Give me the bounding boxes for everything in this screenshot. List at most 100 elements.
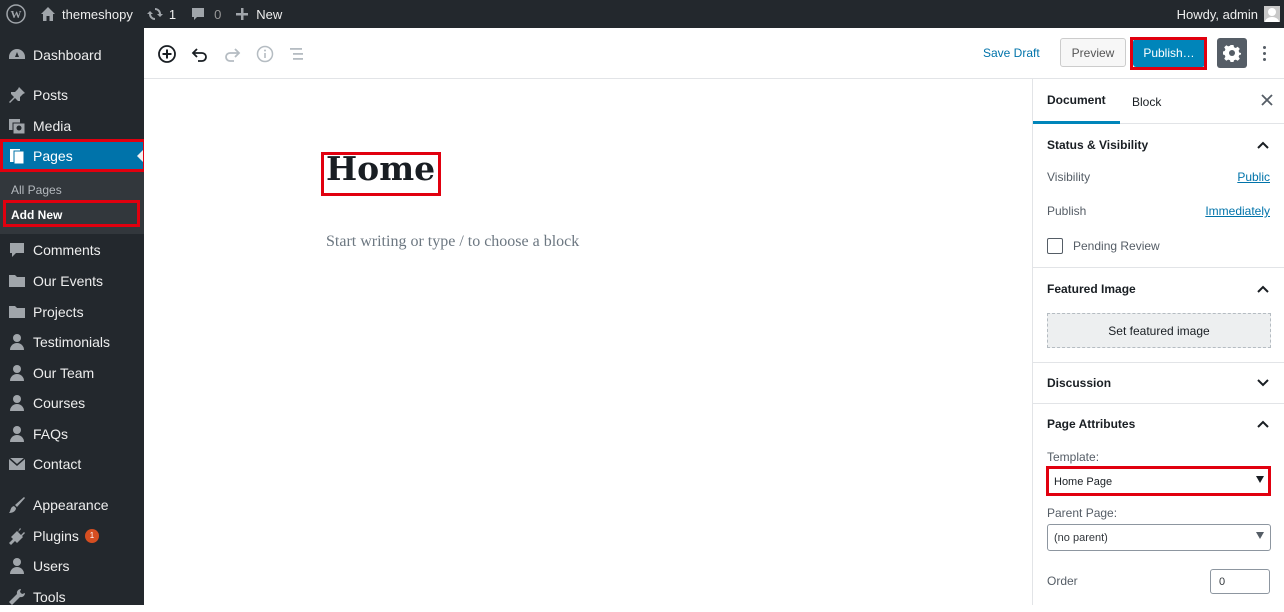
sidebar-item-dashboard[interactable]: Dashboard [0, 40, 144, 70]
add-block-icon[interactable] [155, 42, 179, 66]
user-icon [7, 393, 27, 413]
update-badge: 1 [84, 529, 99, 543]
sidebar-item-pages[interactable]: Pages [0, 141, 144, 171]
parent-page-label: Parent Page: [1047, 506, 1118, 520]
more-options-icon[interactable] [1254, 41, 1274, 65]
sidebar-item-comments[interactable]: Comments [0, 235, 144, 265]
my-account-link[interactable]: Howdy, admin [1170, 0, 1280, 28]
home-icon [41, 7, 55, 21]
chevron-up-icon[interactable] [1256, 138, 1270, 152]
site-name: themeshopy [62, 6, 133, 22]
sidebar-item-label: Users [33, 558, 70, 574]
publish-button[interactable]: Publish… [1133, 39, 1205, 67]
block-placeholder[interactable]: Start writing or type / to choose a bloc… [326, 233, 579, 251]
pages-icon [7, 146, 27, 166]
mail-icon [7, 454, 27, 474]
refresh-icon [146, 8, 163, 20]
sidebar-item-users[interactable]: Users [0, 551, 144, 581]
new-label: New [256, 6, 283, 22]
status-visibility-heading[interactable]: Status & Visibility [1047, 138, 1148, 152]
dropdown-arrow-icon [1256, 532, 1264, 539]
updates-link[interactable]: 1 [140, 0, 183, 28]
publish-label: Publish [1047, 204, 1087, 218]
post-title[interactable]: Home [326, 149, 435, 188]
sidebar-item-courses[interactable]: Courses [0, 388, 144, 418]
discussion-heading[interactable]: Discussion [1047, 376, 1111, 390]
redo-icon[interactable] [220, 42, 244, 66]
greeting: Howdy, admin [1176, 6, 1258, 22]
visibility-link[interactable]: Public [1237, 170, 1270, 184]
divider [1033, 362, 1284, 363]
sidebar-item-label: Dashboard [33, 47, 102, 63]
sidebar-item-label: Our Team [33, 365, 95, 381]
sidebar-item-posts[interactable]: Posts [0, 80, 144, 110]
sidebar-item-tools[interactable]: Tools [0, 582, 144, 612]
sidebar-item-faqs[interactable]: FAQs [0, 419, 144, 449]
publish-date-link[interactable]: Immediately [1205, 204, 1270, 218]
parent-page-select[interactable]: (no parent) [1047, 524, 1271, 551]
order-label: Order [1047, 574, 1078, 588]
sidebar-item-projects[interactable]: Projects [0, 297, 144, 327]
dropdown-arrow-icon [1256, 476, 1264, 483]
sidebar-item-label: Media [33, 118, 72, 134]
preview-button[interactable]: Preview [1060, 38, 1126, 67]
block-navigation-icon[interactable] [285, 42, 309, 66]
pending-review-label: Pending Review [1073, 239, 1160, 253]
sidebar-item-media[interactable]: Media [0, 111, 144, 141]
site-name-link[interactable]: themeshopy [33, 0, 140, 28]
sidebar-item-our-events[interactable]: Our Events [0, 266, 144, 296]
submenu-add-new[interactable]: Add New [11, 208, 62, 222]
wordpress-logo-icon[interactable]: W [0, 0, 33, 28]
chevron-up-icon[interactable] [1256, 417, 1270, 431]
pending-review-checkbox[interactable] [1047, 238, 1063, 254]
plus-icon [236, 8, 249, 20]
admin-sidebar: Dashboard Posts Media Pages All Pages Ad… [0, 28, 144, 605]
dashboard-icon [7, 45, 27, 65]
sidebar-item-appearance[interactable]: Appearance [0, 490, 144, 520]
submenu-all-pages[interactable]: All Pages [11, 183, 62, 197]
updates-count: 1 [168, 6, 177, 22]
pages-submenu: All Pages Add New [0, 172, 144, 234]
comment-icon [7, 240, 27, 260]
template-label: Template: [1047, 450, 1100, 464]
chevron-down-icon[interactable] [1256, 376, 1270, 390]
brush-icon [7, 495, 27, 515]
tab-document[interactable]: Document [1033, 79, 1120, 124]
avatar [1264, 6, 1280, 22]
set-featured-image-button[interactable]: Set featured image [1047, 313, 1271, 348]
sidebar-item-testimonials[interactable]: Testimonials [0, 327, 144, 357]
divider [1033, 403, 1284, 404]
tab-block[interactable]: Block [1132, 79, 1161, 124]
undo-icon[interactable] [188, 42, 212, 66]
close-icon[interactable] [1261, 93, 1273, 111]
divider [1033, 267, 1284, 268]
visibility-label: Visibility [1047, 170, 1091, 184]
new-content-link[interactable]: New [228, 0, 289, 28]
sidebar-item-label: Tools [33, 589, 66, 605]
sidebar-item-our-team[interactable]: Our Team [0, 358, 144, 388]
folder-icon [7, 302, 27, 322]
page-attributes-heading[interactable]: Page Attributes [1047, 417, 1135, 431]
template-select[interactable]: Home Page [1047, 468, 1271, 495]
comments-link[interactable]: 0 [183, 0, 228, 28]
media-icon [7, 116, 27, 136]
featured-image-heading[interactable]: Featured Image [1047, 282, 1136, 296]
save-draft-button[interactable]: Save Draft [983, 46, 1040, 60]
user-icon [7, 363, 27, 383]
comments-count: 0 [214, 6, 222, 22]
pin-icon [7, 85, 27, 105]
editor-canvas: Home Start writing or type / to choose a… [144, 79, 1032, 605]
chevron-up-icon[interactable] [1256, 282, 1270, 296]
info-icon[interactable] [253, 42, 277, 66]
user-icon [7, 424, 27, 444]
sidebar-item-label: Contact [33, 456, 82, 472]
order-input[interactable]: 0 [1210, 569, 1270, 594]
sidebar-item-label: Testimonials [33, 334, 111, 350]
sidebar-item-label: Appearance [33, 497, 109, 513]
admin-bar: W themeshopy 1 0 New Howdy, admin [0, 0, 1284, 28]
sidebar-item-contact[interactable]: Contact [0, 449, 144, 479]
parent-page-value: (no parent) [1054, 531, 1108, 544]
settings-button[interactable] [1217, 38, 1247, 68]
sidebar-item-label: Our Events [33, 273, 104, 289]
sidebar-item-plugins[interactable]: Plugins 1 [0, 521, 144, 551]
